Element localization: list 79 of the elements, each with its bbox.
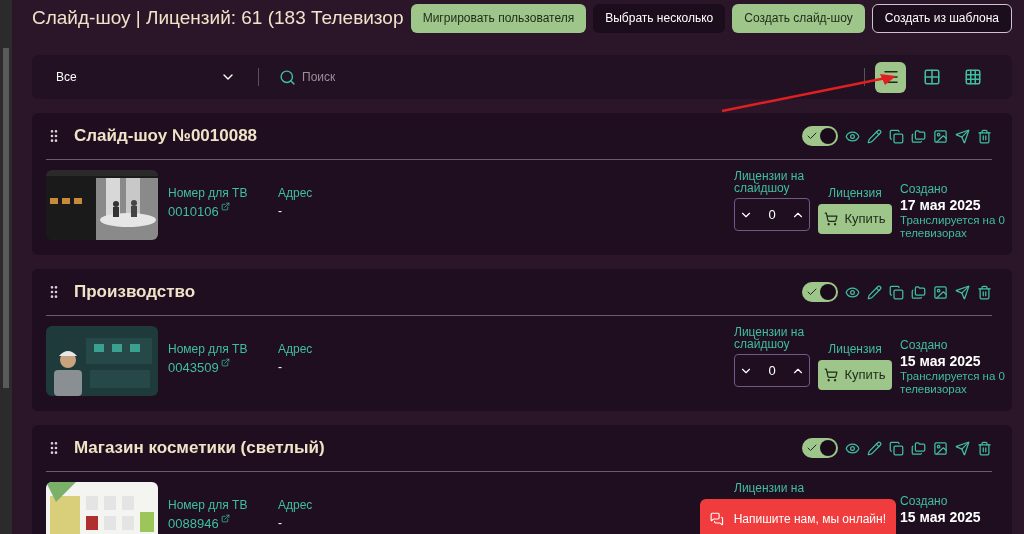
- copy-icon[interactable]: [889, 440, 904, 456]
- created-date: 17 мая 2025: [900, 196, 982, 214]
- send-icon[interactable]: [955, 284, 970, 300]
- search-icon: [279, 68, 296, 86]
- licenses-stepper[interactable]: 0: [734, 198, 810, 231]
- tv-number-label: Номер для ТВ: [168, 497, 249, 514]
- toggle-switch[interactable]: [802, 282, 838, 302]
- folders-icon[interactable]: [911, 284, 926, 300]
- header-button[interactable]: Мигрировать пользователя: [410, 3, 587, 33]
- tv-number-link[interactable]: 0088946: [168, 514, 230, 534]
- check-icon: [806, 130, 818, 142]
- buy-button[interactable]: Купить: [818, 360, 892, 390]
- created-label: Создано: [900, 182, 949, 196]
- address-value: -: [278, 515, 283, 532]
- slideshow-title: Производство: [74, 281, 196, 304]
- trash-icon[interactable]: [977, 284, 992, 300]
- licenses-count: 0: [768, 361, 776, 380]
- pencil-icon[interactable]: [867, 284, 882, 300]
- address-label: Адрес: [278, 341, 313, 358]
- image-icon[interactable]: [933, 440, 948, 456]
- created-date: 15 мая 2025: [900, 508, 982, 526]
- licenses-label: Лицензии на: [734, 482, 806, 494]
- send-icon[interactable]: [955, 440, 970, 456]
- address-label: Адрес: [278, 497, 313, 514]
- eye-icon[interactable]: [845, 284, 860, 300]
- image-icon[interactable]: [933, 128, 948, 144]
- cart-icon: [824, 212, 839, 226]
- copy-icon[interactable]: [889, 284, 904, 300]
- tv-number-link[interactable]: 0043509: [168, 358, 230, 378]
- broadcast-status: Транслируется на 0 телевизорах: [900, 370, 1006, 396]
- header-button[interactable]: Создать из шаблона: [871, 3, 1012, 33]
- image-icon[interactable]: [933, 284, 948, 300]
- copy-icon[interactable]: [889, 128, 904, 144]
- trash-icon[interactable]: [977, 128, 992, 144]
- page-title: Слайд-шоу | Лицензий: 61 (183 Телевизор: [32, 5, 404, 30]
- created-label: Создано: [900, 494, 949, 508]
- licenses-count: 0: [768, 205, 776, 224]
- slideshow-title: Слайд-шоу №0010088: [74, 125, 258, 148]
- slideshow-title: Магазин косметики (светлый): [74, 437, 325, 460]
- header-button[interactable]: Выбрать несколько: [593, 3, 726, 33]
- chat-icon: [710, 510, 724, 528]
- licenses-label: Лицензии на слайдшоу: [734, 326, 806, 350]
- external-link-icon: [220, 202, 230, 211]
- tv-number-label: Номер для ТВ: [168, 185, 249, 202]
- tv-number-link[interactable]: 0010106: [168, 202, 230, 222]
- created-date: 15 мая 2025: [900, 352, 982, 370]
- check-icon: [806, 286, 818, 298]
- toggle-switch[interactable]: [802, 438, 838, 458]
- category-dropdown[interactable]: Все: [56, 68, 236, 86]
- compact-view-icon: [922, 68, 941, 86]
- header-button[interactable]: Создать слайд-шоу: [732, 3, 865, 33]
- eye-icon[interactable]: [845, 440, 860, 456]
- chat-button[interactable]: Напишите нам, мы онлайн!: [700, 499, 896, 534]
- list-view-button[interactable]: [875, 61, 906, 93]
- created-label: Создано: [900, 338, 949, 352]
- license-label: Лицензия: [828, 341, 882, 358]
- cart-icon: [824, 368, 839, 382]
- folders-icon[interactable]: [911, 128, 926, 144]
- pencil-icon[interactable]: [867, 440, 882, 456]
- address-label: Адрес: [278, 185, 313, 202]
- licenses-label: Лицензии на слайдшоу: [734, 170, 806, 194]
- licenses-stepper[interactable]: 0: [734, 354, 810, 387]
- external-link-icon: [220, 358, 230, 367]
- license-label: Лицензия: [828, 185, 882, 202]
- address-value: -: [278, 359, 283, 376]
- address-value: -: [278, 203, 283, 220]
- external-link-icon: [220, 514, 230, 523]
- toggle-switch[interactable]: [802, 126, 838, 146]
- pencil-icon[interactable]: [867, 128, 882, 144]
- grid-view-icon: [963, 68, 982, 86]
- folders-icon[interactable]: [911, 440, 926, 456]
- buy-button[interactable]: Купить: [818, 204, 892, 234]
- trash-icon[interactable]: [977, 440, 992, 456]
- broadcast-status: Транслируется на 0 телевизорах: [900, 214, 1006, 240]
- send-icon[interactable]: [955, 128, 970, 144]
- check-icon: [806, 442, 818, 454]
- tv-number-label: Номер для ТВ: [168, 341, 249, 358]
- eye-icon[interactable]: [845, 128, 860, 144]
- dropdown-value: Все: [56, 69, 77, 86]
